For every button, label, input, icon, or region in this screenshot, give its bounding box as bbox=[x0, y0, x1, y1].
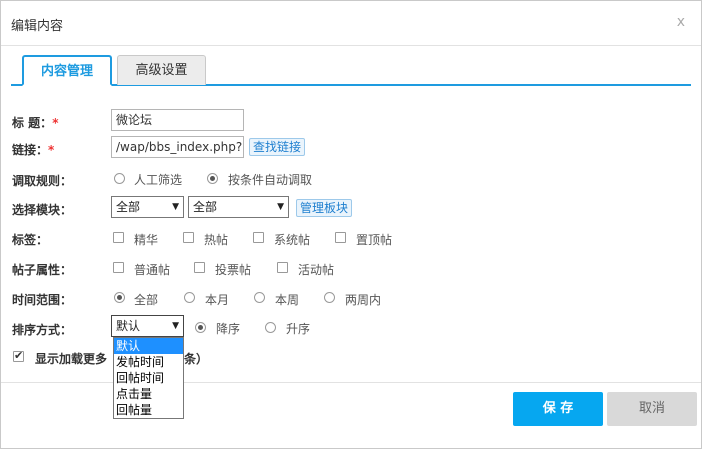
time-2weeks-radio[interactable] bbox=[324, 292, 335, 303]
chevron-down-icon: ▼ bbox=[277, 202, 284, 212]
time-week-label: 本周 bbox=[275, 293, 300, 307]
attr-normal-checkbox[interactable] bbox=[113, 262, 124, 273]
tab-content-management[interactable]: 内容管理 bbox=[22, 55, 112, 86]
footer-divider bbox=[1, 382, 701, 383]
sort-asc-label: 升序 bbox=[286, 322, 311, 336]
dropdown-option-replies[interactable]: 回帖量 bbox=[114, 402, 183, 418]
tag-jinghua-checkbox[interactable] bbox=[113, 232, 124, 243]
dropdown-option-clicks[interactable]: 点击量 bbox=[114, 386, 183, 402]
time-label: 时间范围： bbox=[12, 293, 73, 307]
module-select-1[interactable]: 全部 ▼ bbox=[111, 196, 184, 218]
cancel-button[interactable]: 取消 bbox=[607, 392, 697, 426]
tag-system-label: 系统帖 bbox=[274, 233, 311, 247]
rule-auto-label: 按条件自动调取 bbox=[228, 173, 313, 187]
sort-select-value: 默认 bbox=[116, 319, 141, 333]
rule-manual-radio[interactable] bbox=[114, 173, 125, 184]
edit-content-dialog: 编辑内容 x 内容管理 高级设置 标 题：* 微论坛 链接：* /wap/bbs… bbox=[0, 0, 702, 449]
time-week-radio[interactable] bbox=[254, 292, 265, 303]
find-link-button[interactable]: 查找链接 bbox=[249, 138, 306, 156]
link-label: 链接：* bbox=[12, 143, 55, 157]
time-month-label: 本月 bbox=[205, 293, 230, 307]
time-2weeks-label: 两周内 bbox=[345, 293, 382, 307]
sort-asc-radio[interactable] bbox=[265, 322, 276, 333]
header-divider bbox=[1, 45, 701, 46]
attr-label: 帖子属性： bbox=[12, 263, 73, 277]
tab-advanced-settings[interactable]: 高级设置 bbox=[117, 55, 206, 85]
tag-hot-checkbox[interactable] bbox=[183, 232, 194, 243]
link-input[interactable]: /wap/bbs_index.php?u bbox=[111, 136, 244, 158]
dropdown-option-reply-time[interactable]: 回帖时间 bbox=[114, 370, 183, 386]
tag-top-checkbox[interactable] bbox=[335, 232, 346, 243]
module-label: 选择模块： bbox=[12, 203, 73, 217]
load-more-suffix: 条） bbox=[184, 352, 209, 366]
attr-event-checkbox[interactable] bbox=[277, 262, 288, 273]
tab-bar: 内容管理 高级设置 bbox=[1, 55, 701, 87]
load-more-checkbox[interactable] bbox=[13, 349, 24, 362]
rule-label: 调取规则： bbox=[12, 174, 73, 188]
dropdown-option-post-time[interactable]: 发帖时间 bbox=[114, 354, 183, 370]
sort-label: 排序方式： bbox=[12, 323, 73, 337]
tag-jinghua-label: 精华 bbox=[134, 233, 159, 247]
tags-label: 标签： bbox=[12, 233, 49, 247]
sort-desc-radio[interactable] bbox=[195, 322, 206, 333]
chevron-down-icon: ▼ bbox=[172, 321, 179, 331]
attr-event-label: 活动帖 bbox=[298, 263, 335, 277]
time-all-label: 全部 bbox=[134, 293, 159, 307]
manage-board-button[interactable]: 管理板块 bbox=[296, 199, 353, 217]
close-icon[interactable]: x bbox=[677, 14, 685, 30]
load-more-label: 显示加载更多（ bbox=[35, 352, 120, 366]
tab-underline bbox=[11, 84, 691, 86]
attr-vote-checkbox[interactable] bbox=[194, 262, 205, 273]
dialog-title: 编辑内容 bbox=[11, 19, 64, 34]
chevron-down-icon: ▼ bbox=[172, 202, 179, 212]
dropdown-option-default[interactable]: 默认 bbox=[114, 338, 183, 354]
title-label: 标 题：* bbox=[12, 116, 59, 130]
tag-hot-label: 热帖 bbox=[204, 233, 229, 247]
tag-top-label: 置顶帖 bbox=[356, 233, 393, 247]
sort-dropdown-list: 默认 发帖时间 回帖时间 点击量 回帖量 bbox=[113, 337, 184, 419]
attr-vote-label: 投票帖 bbox=[215, 263, 252, 277]
sort-desc-label: 降序 bbox=[216, 322, 241, 336]
title-input[interactable]: 微论坛 bbox=[111, 109, 244, 131]
attr-normal-label: 普通帖 bbox=[134, 263, 171, 277]
module-select-1-value: 全部 bbox=[116, 200, 141, 214]
time-all-radio[interactable] bbox=[114, 292, 125, 303]
rule-auto-radio[interactable] bbox=[207, 173, 218, 184]
time-month-radio[interactable] bbox=[184, 292, 195, 303]
module-select-2-value: 全部 bbox=[193, 200, 218, 214]
tag-system-checkbox[interactable] bbox=[253, 232, 264, 243]
sort-select[interactable]: 默认 ▼ bbox=[111, 315, 184, 337]
module-select-2[interactable]: 全部 ▼ bbox=[188, 196, 289, 218]
rule-manual-label: 人工筛选 bbox=[134, 173, 183, 187]
save-button[interactable]: 保 存 bbox=[513, 392, 603, 426]
